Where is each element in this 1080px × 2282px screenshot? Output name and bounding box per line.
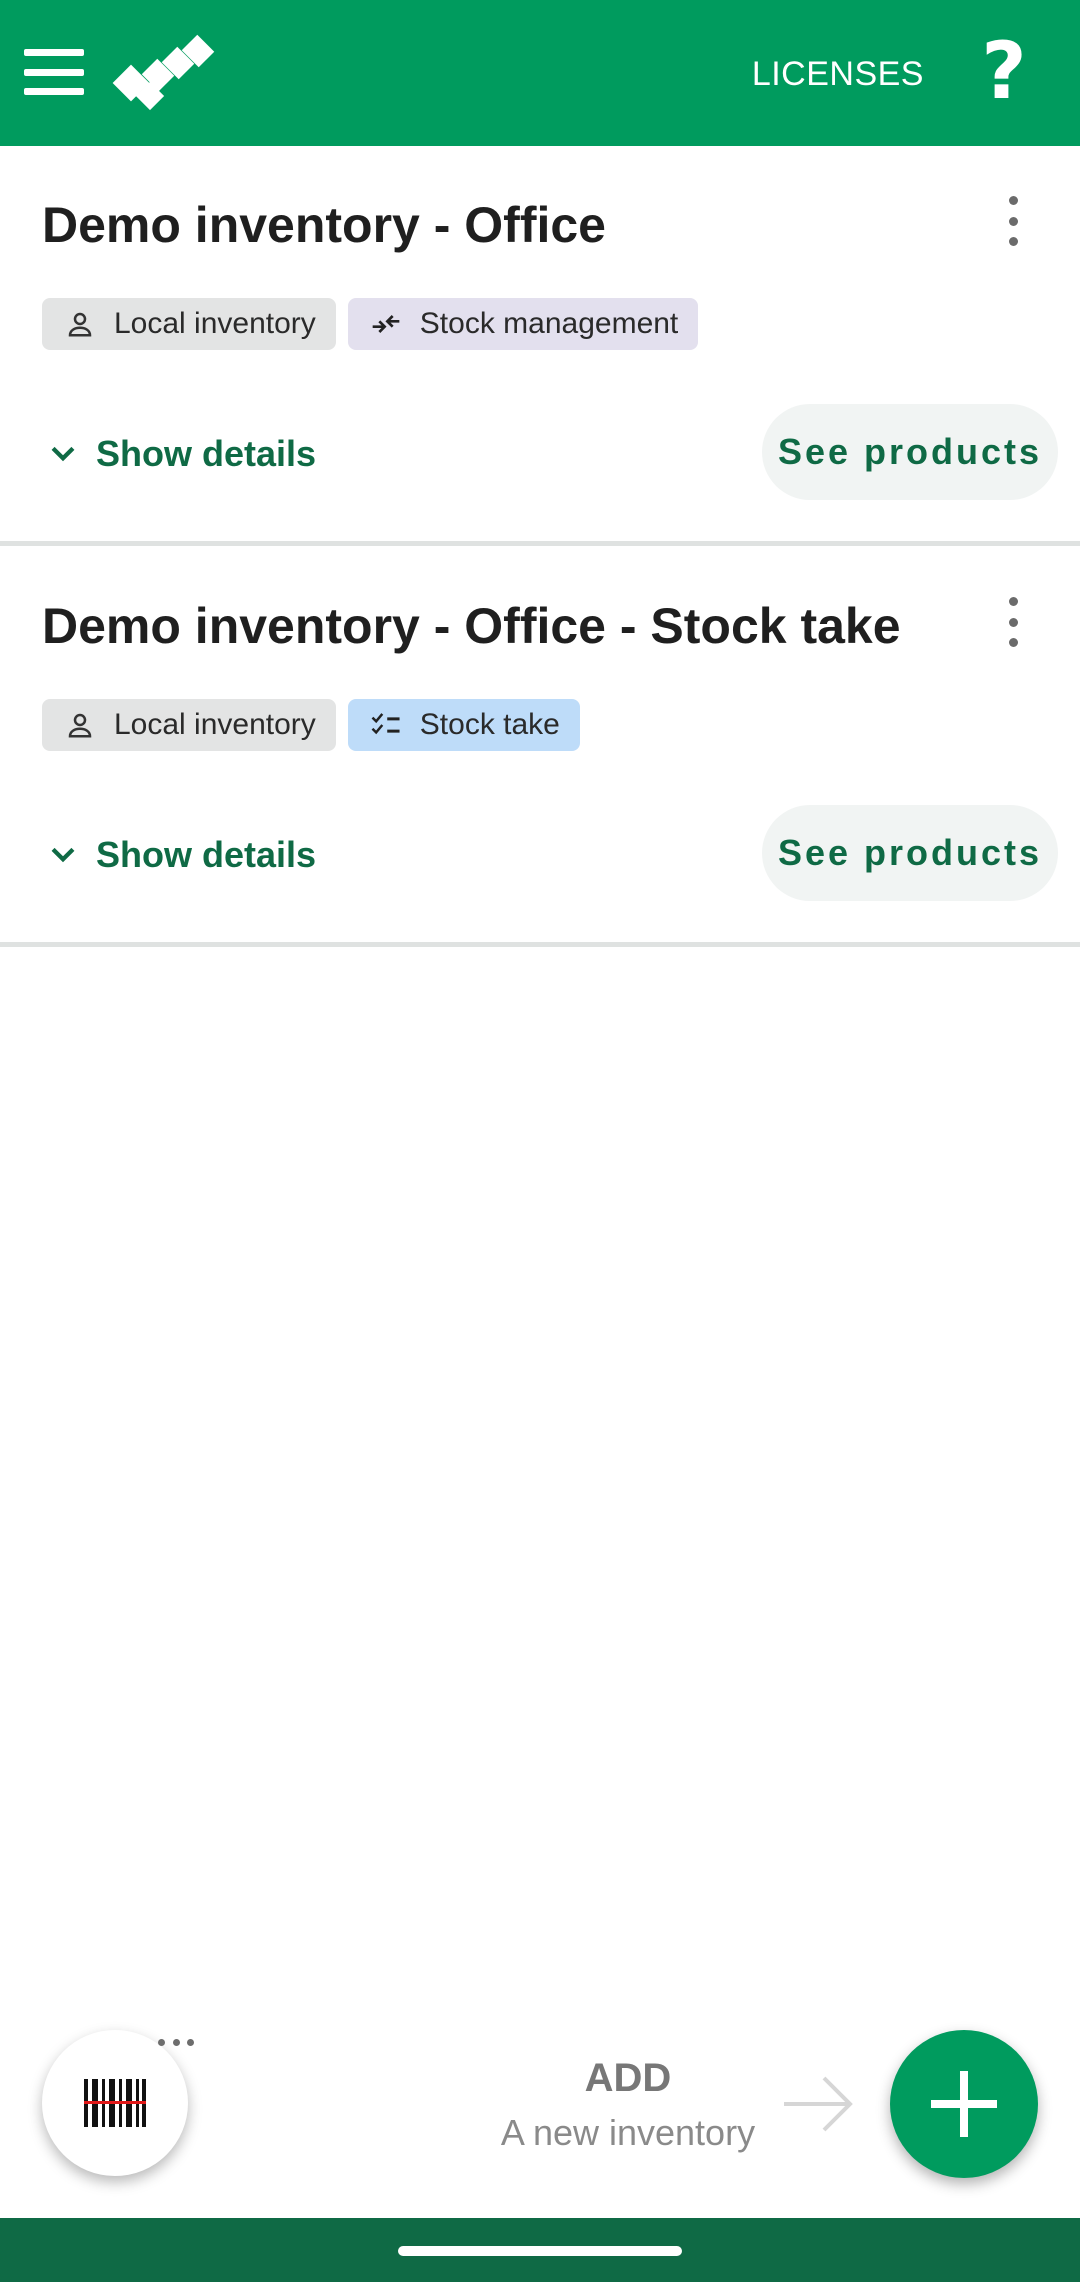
more-options-icon[interactable] — [998, 196, 1028, 246]
inventory-tags: Local inventory Stock management — [42, 298, 699, 350]
more-options-icon[interactable] — [998, 597, 1028, 647]
scan-more-icon[interactable] — [158, 2036, 194, 2048]
tag-label: Stock management — [419, 307, 679, 340]
app-logo-icon — [112, 34, 215, 111]
inventory-title: Demo inventory - Office - Stock take — [42, 598, 901, 654]
help-icon[interactable]: ? — [964, 32, 1044, 112]
person-icon — [64, 709, 96, 741]
app-bar: LICENSES ? — [0, 0, 1080, 146]
inventory-tags: Local inventory Stock take — [42, 699, 580, 751]
show-details-button[interactable]: Show details — [46, 424, 316, 484]
add-inventory-button[interactable] — [890, 2030, 1038, 2178]
tag-local-inventory: Local inventory — [42, 298, 336, 350]
stock-arrows-icon — [370, 308, 402, 340]
add-title: ADD — [584, 2056, 672, 2100]
plus-icon — [931, 2071, 997, 2137]
tag-local-inventory: Local inventory — [42, 699, 336, 751]
show-details-label: Show details — [96, 433, 317, 474]
tag-label: Local inventory — [114, 708, 316, 741]
show-details-button[interactable]: Show details — [46, 825, 316, 885]
checklist-icon — [370, 709, 402, 741]
add-subtitle: A new inventory — [500, 2112, 756, 2153]
chevron-down-icon — [51, 446, 75, 462]
home-gesture-handle[interactable] — [398, 2246, 682, 2256]
show-details-label: Show details — [96, 834, 317, 875]
tag-stock-take: Stock take — [347, 699, 580, 751]
tag-stock-management: Stock management — [347, 298, 699, 350]
see-products-button[interactable]: See products — [762, 404, 1058, 500]
barcode-scan-button[interactable] — [42, 2030, 188, 2176]
inventory-card[interactable]: Demo inventory - Office Local inventory … — [0, 146, 1080, 546]
person-icon — [64, 308, 96, 340]
inventory-card[interactable]: Demo inventory - Office - Stock take Loc… — [0, 547, 1080, 947]
system-nav-bar — [0, 2218, 1080, 2282]
licenses-button[interactable]: LICENSES — [752, 48, 924, 100]
barcode-scan-icon — [84, 2079, 146, 2127]
arrow-right-icon — [784, 2076, 853, 2132]
menu-icon[interactable] — [24, 44, 84, 100]
tag-label: Local inventory — [114, 307, 316, 340]
chevron-down-icon — [51, 847, 75, 863]
see-products-button[interactable]: See products — [762, 805, 1058, 901]
tag-label: Stock take — [419, 708, 560, 741]
inventory-title: Demo inventory - Office — [42, 197, 606, 253]
